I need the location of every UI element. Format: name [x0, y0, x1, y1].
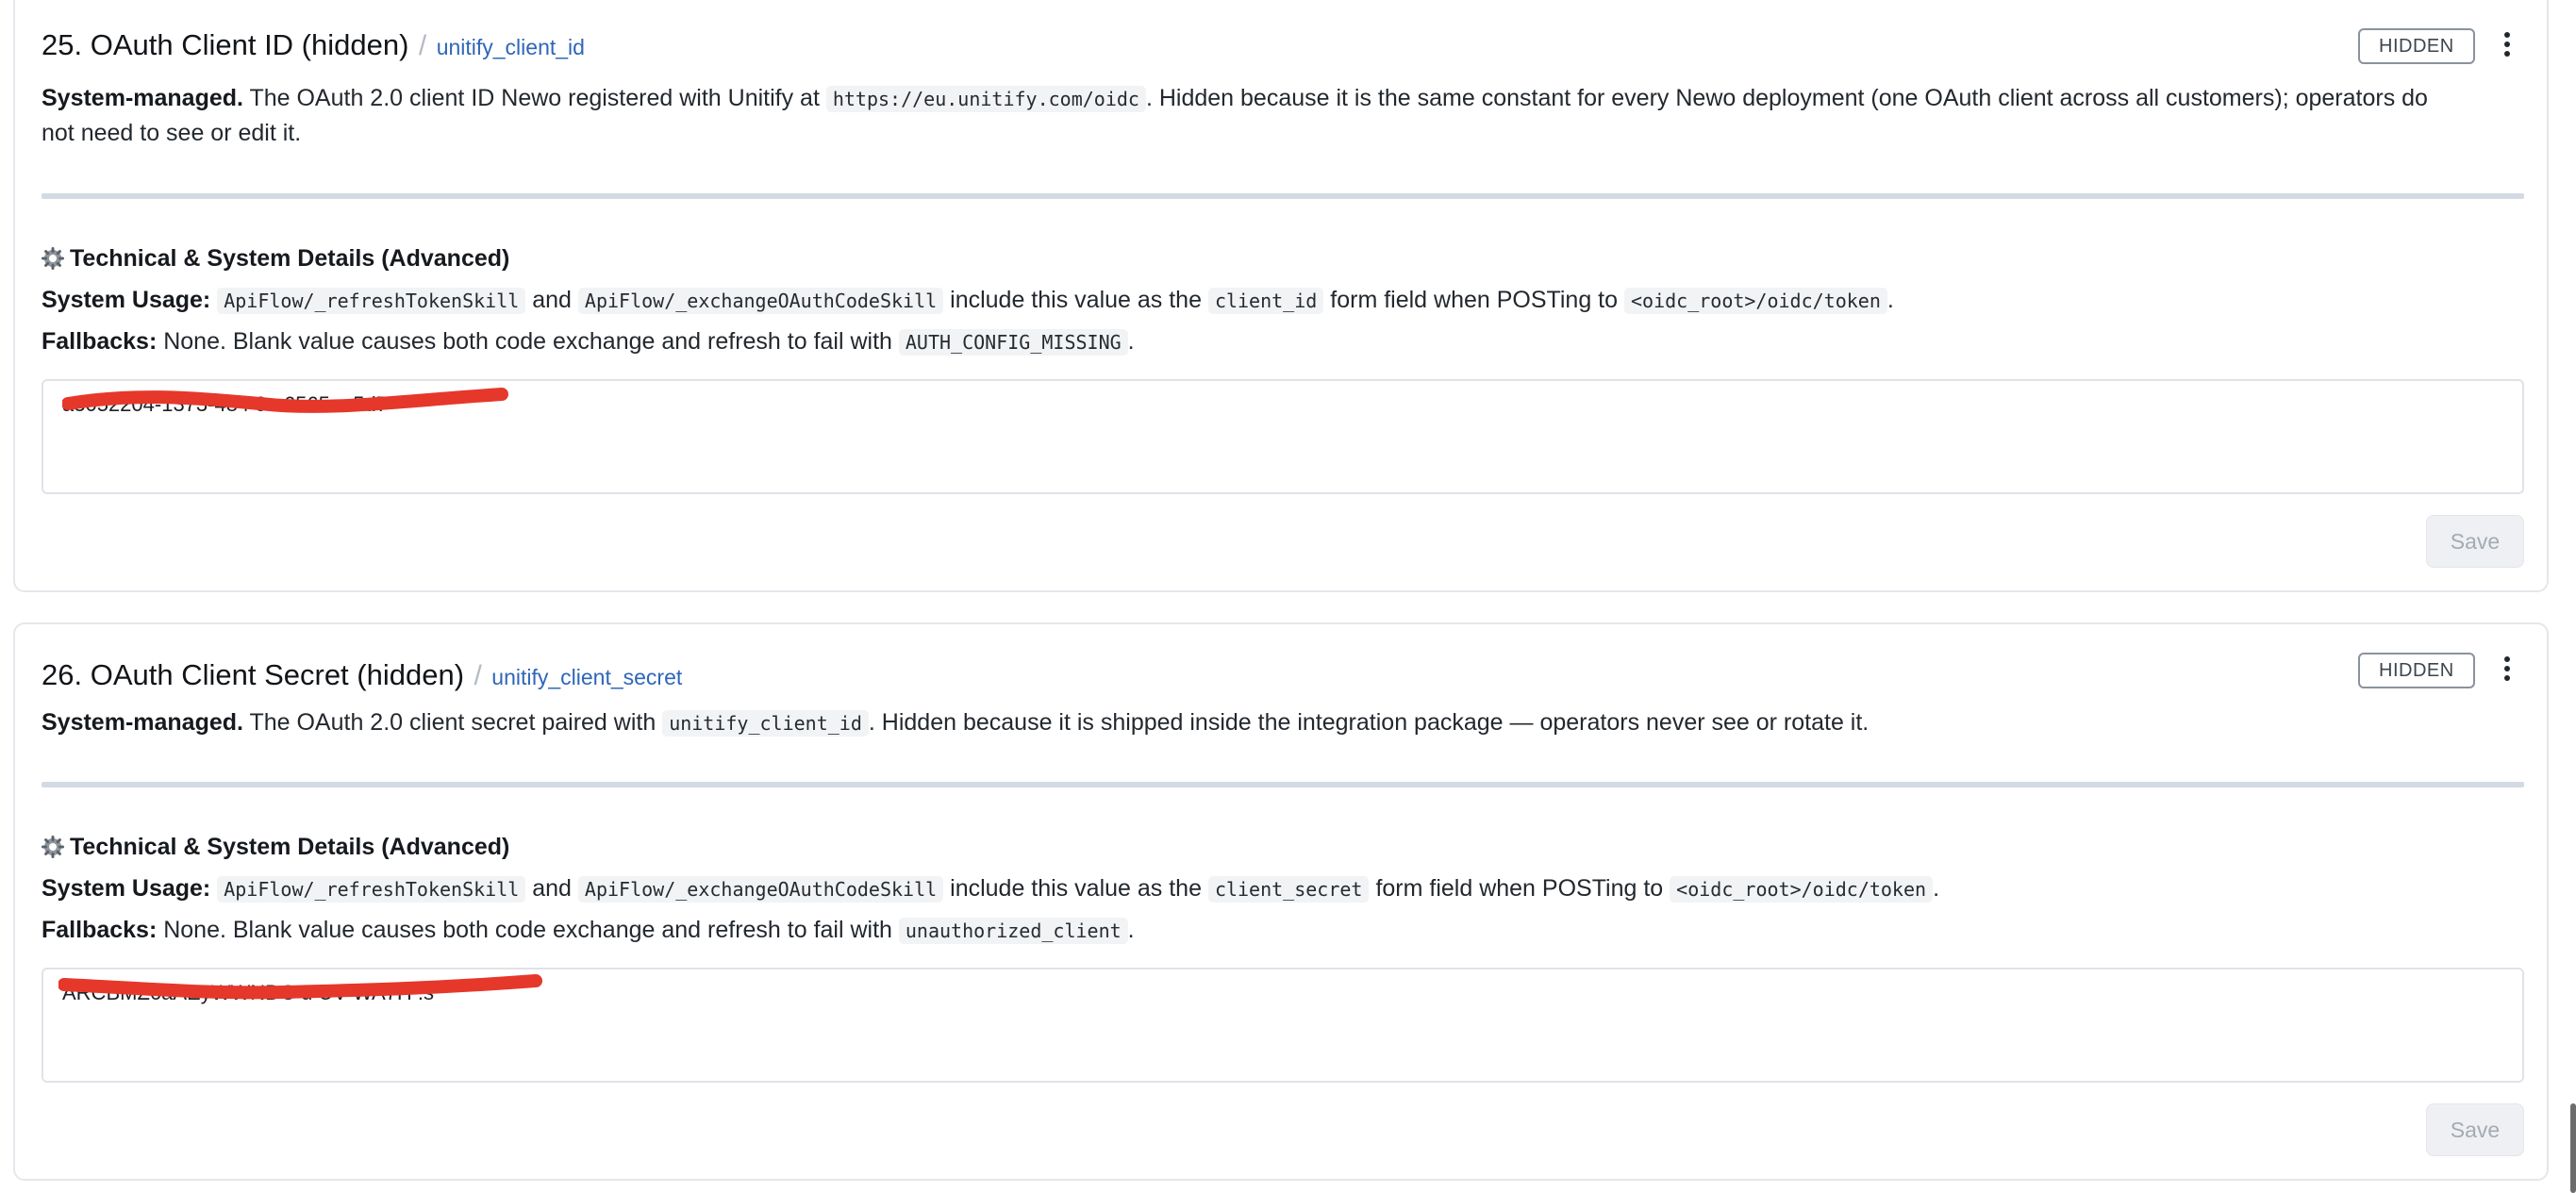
value-textarea[interactable]: ARCBMZ6aAEyWWNDC u UV-WA7H .s [42, 968, 2524, 1083]
usage-endpoint-code: <oidc_root>/oidc/token [1623, 288, 1887, 314]
value-textarea[interactable]: a3052204-1373-484 0c-6565 a.5d7 [42, 379, 2524, 494]
description-text: The OAuth 2.0 client ID Newo registered … [242, 85, 826, 111]
save-button[interactable]: Save [2426, 515, 2524, 568]
status-badge: HIDDEN [2358, 653, 2475, 688]
fallbacks-label: Fallbacks: [42, 328, 158, 355]
usage-skill-code: ApiFlow/_exchangeOAuthCodeSkill [577, 288, 944, 314]
usage-text: form field when POSTing to [1330, 287, 1619, 313]
fallbacks-text: . [1127, 917, 1135, 943]
usage-text: . [1933, 875, 1940, 902]
description-lead: System-managed. [42, 85, 243, 111]
section-title-text: Technical & System Details (Advanced) [70, 245, 510, 272]
fallbacks-label: Fallbacks: [42, 917, 158, 943]
description-lead: System-managed. [42, 709, 243, 736]
save-button[interactable]: Save [2426, 1103, 2524, 1156]
usage-text: include this value as the [950, 875, 1202, 902]
title-separator: / [418, 30, 427, 61]
fallbacks-line: Fallbacks: None. Blank value causes both… [42, 328, 1135, 356]
setting-key-link[interactable]: unitify_client_id [437, 35, 585, 59]
description-code: unitify_client_id [662, 710, 869, 737]
setting-title: 26. OAuth Client Secret (hidden) [42, 658, 465, 691]
setting-key-link[interactable]: unitify_client_secret [491, 665, 682, 689]
setting-card-oauth-client-secret: 26. OAuth Client Secret (hidden) / uniti… [13, 622, 2549, 1181]
system-usage-line: System Usage: ApiFlow/_refreshTokenSkill… [42, 287, 1894, 314]
section-title-text: Technical & System Details (Advanced) [70, 834, 510, 860]
title-separator: / [474, 660, 482, 691]
status-badge: HIDDEN [2358, 28, 2475, 64]
setting-title: 25. OAuth Client ID (hidden) [42, 28, 409, 61]
setting-description: System-managed. The OAuth 2.0 client ID … [42, 81, 2513, 150]
card-header: 26. OAuth Client Secret (hidden) / uniti… [42, 658, 682, 692]
usage-text: and [532, 875, 572, 902]
description-text: . Hidden because it is the same constant… [1145, 85, 2428, 111]
usage-field-code: client_id [1207, 288, 1324, 314]
description-text: not need to see or edit it. [42, 120, 302, 146]
usage-text: form field when POSTing to [1375, 875, 1664, 902]
usage-text: . [1886, 287, 1894, 313]
fallbacks-code: AUTH_CONFIG_MISSING [898, 329, 1128, 356]
usage-endpoint-code: <oidc_root>/oidc/token [1670, 876, 1934, 903]
usage-label: System Usage: [42, 287, 211, 313]
advanced-section-title: Technical & System Details (Advanced) [42, 245, 509, 273]
fallbacks-text: None. Blank value causes both code excha… [157, 917, 899, 943]
advanced-section-title: Technical & System Details (Advanced) [42, 834, 509, 861]
section-divider [42, 782, 2524, 787]
value-text: ARCBMZ6aAEyWWNDC u UV-WA7H .s [62, 981, 435, 1004]
section-divider [42, 193, 2524, 199]
fallbacks-code: unauthorized_client [898, 918, 1128, 944]
kebab-menu-icon[interactable] [2498, 653, 2517, 690]
description-text: The OAuth 2.0 client secret paired with [242, 709, 663, 736]
usage-label: System Usage: [42, 875, 211, 902]
fallbacks-text: None. Blank value causes both code excha… [157, 328, 899, 355]
usage-skill-code: ApiFlow/_exchangeOAuthCodeSkill [577, 876, 944, 903]
description-text: . Hidden because it is shipped inside th… [868, 709, 1870, 736]
description-code: https://eu.unitify.com/oidc [825, 86, 1146, 112]
gear-icon [42, 836, 64, 858]
usage-text: and [532, 287, 572, 313]
setting-card-oauth-client-id: 25. OAuth Client ID (hidden) / unitify_c… [13, 0, 2549, 592]
setting-description: System-managed. The OAuth 2.0 client sec… [42, 705, 2513, 740]
card-header: 25. OAuth Client ID (hidden) / unitify_c… [42, 28, 585, 62]
usage-skill-code: ApiFlow/_refreshTokenSkill [217, 876, 526, 903]
fallbacks-text: . [1127, 328, 1135, 355]
fallbacks-line: Fallbacks: None. Blank value causes both… [42, 917, 1135, 944]
usage-skill-code: ApiFlow/_refreshTokenSkill [217, 288, 526, 314]
kebab-menu-icon[interactable] [2498, 28, 2517, 66]
usage-text: include this value as the [950, 287, 1202, 313]
gear-icon [42, 247, 64, 270]
value-text: a3052204-1373-484 0c-6565 a.5d7 [62, 392, 388, 416]
usage-field-code: client_secret [1207, 876, 1370, 903]
system-usage-line: System Usage: ApiFlow/_refreshTokenSkill… [42, 875, 1939, 903]
page-scrollbar[interactable] [2570, 1103, 2576, 1193]
